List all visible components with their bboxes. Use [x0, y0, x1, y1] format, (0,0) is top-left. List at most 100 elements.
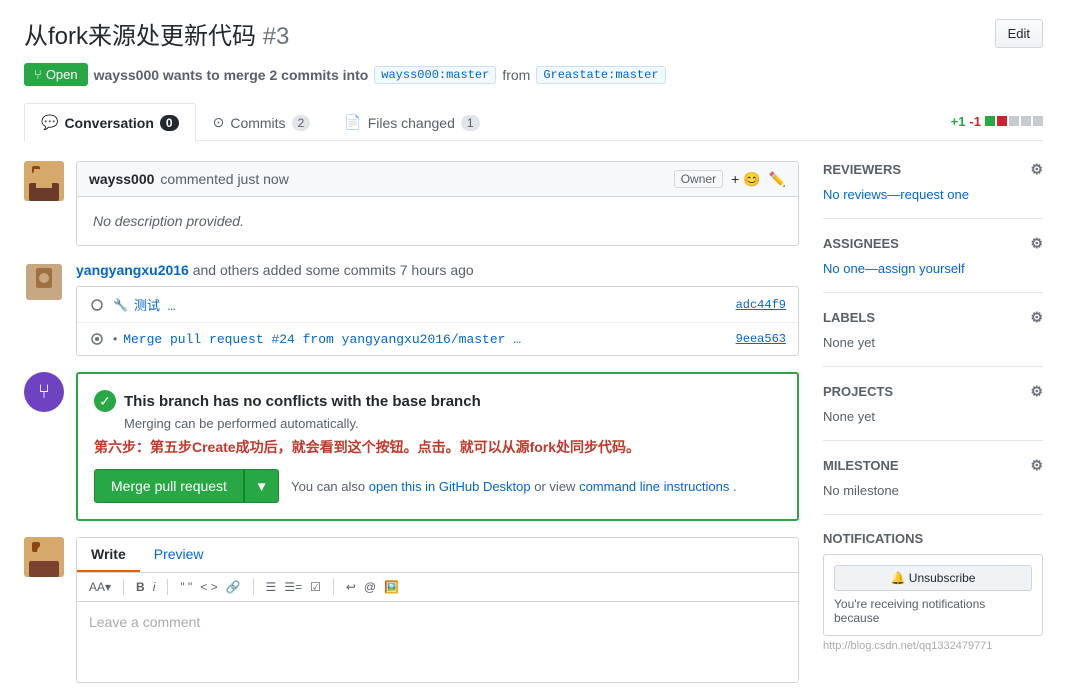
- merge-title: This branch has no conflicts with the ba…: [124, 393, 481, 410]
- write-tab-write[interactable]: Write: [77, 538, 140, 572]
- milestone-gear-icon[interactable]: ⚙: [1030, 457, 1043, 474]
- merge-dropdown-button[interactable]: ▼: [244, 469, 279, 503]
- comment-block: wayss000 commented just now Owner + 😊 ✏️…: [24, 161, 799, 246]
- tab-files-label: Files changed: [368, 115, 455, 131]
- pr-author: wayss000 wants to merge 2 commits into: [94, 67, 369, 83]
- owner-badge: Owner: [674, 170, 723, 188]
- sidebar-labels: Labels ⚙ None yet: [823, 309, 1043, 367]
- merge-subtitle: Merging can be performed automatically.: [124, 416, 781, 431]
- pr-title-text: 从fork来源处更新代码: [24, 23, 256, 50]
- content-area: wayss000 commented just now Owner + 😊 ✏️…: [24, 161, 799, 684]
- diff-boxes: [985, 116, 1043, 126]
- tab-commits-label: Commits: [230, 115, 285, 131]
- diff-box-5: [1033, 116, 1043, 126]
- merge-btn-label: Merge pull request: [111, 478, 227, 494]
- diff-additions: +1: [951, 114, 966, 129]
- toolbar-sep-1: [123, 579, 124, 595]
- toolbar-reply[interactable]: ↩: [346, 580, 356, 594]
- toolbar-italic[interactable]: i: [153, 580, 156, 594]
- merge-actions: Merge pull request ▼ You can also open t…: [94, 469, 781, 503]
- pr-number: #3: [263, 23, 290, 50]
- write-area[interactable]: Leave a comment: [77, 602, 798, 682]
- edit-comment-icon[interactable]: ✏️: [769, 171, 786, 188]
- command-line-link[interactable]: command line instructions: [579, 479, 729, 494]
- avatar-wayss000: [24, 161, 64, 201]
- toolbar-heading[interactable]: AA▾: [89, 580, 111, 594]
- commit-msg-2: Merge pull request #24 from yangyangxu20…: [123, 332, 735, 347]
- toolbar-bold[interactable]: B: [136, 580, 145, 594]
- assignees-value[interactable]: No one—assign yourself: [823, 261, 965, 276]
- projects-gear-icon[interactable]: ⚙: [1030, 383, 1043, 400]
- tab-commits[interactable]: ⊙ Commits 2: [196, 103, 328, 141]
- diff-box-4: [1021, 116, 1031, 126]
- assignees-gear-icon[interactable]: ⚙: [1030, 235, 1043, 252]
- comment-header: wayss000 commented just now Owner + 😊 ✏️: [77, 162, 798, 197]
- edit-button[interactable]: Edit: [995, 19, 1043, 48]
- tab-files-changed[interactable]: 📄 Files changed 1: [327, 103, 496, 141]
- sidebar-projects-title: Projects ⚙: [823, 383, 1043, 400]
- toolbar-unordered-list[interactable]: ☰: [266, 580, 277, 594]
- toolbar-image[interactable]: 🖼️: [384, 580, 399, 594]
- from-word: from: [502, 67, 530, 83]
- comment-badges: Owner + 😊 ✏️: [674, 170, 786, 188]
- chevron-down-icon: ▼: [255, 479, 268, 494]
- conversation-icon: 💬: [41, 114, 58, 131]
- comment-author: wayss000: [89, 171, 154, 187]
- merge-branch-icon: ⑂: [38, 381, 50, 404]
- sidebar-milestone-title: Milestone ⚙: [823, 457, 1043, 474]
- activity-content: yangyangxu2016 and others added some com…: [76, 262, 799, 356]
- avatar-activity: [26, 264, 62, 300]
- comment-body: wayss000 commented just now Owner + 😊 ✏️…: [76, 161, 799, 246]
- tab-commits-count: 2: [292, 115, 311, 131]
- emoji-button[interactable]: + 😊: [731, 171, 761, 188]
- status-badge-text: Open: [46, 67, 78, 82]
- pr-description: wayss000 wants to merge 2 commits into: [94, 67, 369, 83]
- labels-value: None yet: [823, 335, 875, 350]
- github-desktop-link[interactable]: open this in GitHub Desktop: [369, 479, 531, 494]
- toolbar-link[interactable]: 🔗: [226, 580, 241, 594]
- commit-item-1: 🔧 测试 … adc44f9: [77, 287, 798, 323]
- commit-item-2: • Merge pull request #24 from yangyangxu…: [77, 323, 798, 355]
- toolbar-ordered-list[interactable]: ☰=: [284, 580, 302, 594]
- merge-icon-box: ⑂: [24, 372, 64, 412]
- commit-list: 🔧 测试 … adc44f9 • Merge pull request #24 …: [76, 286, 799, 356]
- comment-text: No description provided.: [93, 213, 244, 229]
- commit-type-icon-2: •: [113, 332, 117, 346]
- toolbar-code[interactable]: < >: [200, 580, 217, 594]
- labels-gear-icon[interactable]: ⚙: [1030, 309, 1043, 326]
- reviewers-gear-icon[interactable]: ⚙: [1030, 161, 1043, 178]
- sidebar-labels-title: Labels ⚙: [823, 309, 1043, 326]
- commit-msg-1: 测试 …: [134, 295, 736, 314]
- comment-content: No description provided.: [77, 197, 798, 245]
- tab-conversation-count: 0: [160, 115, 179, 131]
- reviewers-value[interactable]: No reviews—request one: [823, 187, 969, 202]
- toolbar-task-list[interactable]: ☑: [310, 580, 321, 594]
- tab-conversation[interactable]: 💬 Conversation 0: [24, 103, 196, 141]
- diff-box-3: [1009, 116, 1019, 126]
- sidebar-notifications: Notifications 🔔 Unsubscribe You're recei…: [823, 531, 1043, 668]
- toolbar-mention[interactable]: @: [364, 580, 376, 594]
- status-badge: ⑂ Open: [24, 63, 88, 86]
- merge-status: ✓ This branch has no conflicts with the …: [94, 390, 781, 412]
- notifications-description: You're receiving notifications because: [834, 597, 1032, 625]
- toolbar-sep-4: [333, 579, 334, 595]
- sidebar-notifications-title: Notifications: [823, 531, 1043, 546]
- toolbar-quote[interactable]: " ": [180, 580, 192, 594]
- commit-sha-2[interactable]: 9eea563: [736, 332, 786, 346]
- merge-pull-request-button[interactable]: Merge pull request: [94, 469, 244, 503]
- write-tab-preview[interactable]: Preview: [140, 538, 218, 572]
- sidebar-milestone: Milestone ⚙ No milestone: [823, 457, 1043, 515]
- source-branch[interactable]: Greastate:master: [536, 66, 665, 84]
- unsubscribe-button[interactable]: 🔔 Unsubscribe: [834, 565, 1032, 591]
- commit-sha-1[interactable]: adc44f9: [736, 298, 786, 312]
- write-body: Write Preview AA▾ B i " " < > 🔗 ☰: [76, 537, 799, 683]
- activity-description: and others added some commits 7 hours ag…: [193, 262, 474, 278]
- activity-icon-area: [24, 262, 64, 302]
- milestone-value: No milestone: [823, 483, 899, 498]
- target-branch[interactable]: wayss000:master: [374, 66, 496, 84]
- check-icon: ✓: [94, 390, 116, 412]
- merge-content: ✓ This branch has no conflicts with the …: [76, 372, 799, 521]
- sidebar: Reviewers ⚙ No reviews—request one Assig…: [823, 161, 1043, 684]
- activity-author[interactable]: yangyangxu2016: [76, 262, 189, 278]
- merge-section: ⑂ ✓ This branch has no conflicts with th…: [24, 372, 799, 521]
